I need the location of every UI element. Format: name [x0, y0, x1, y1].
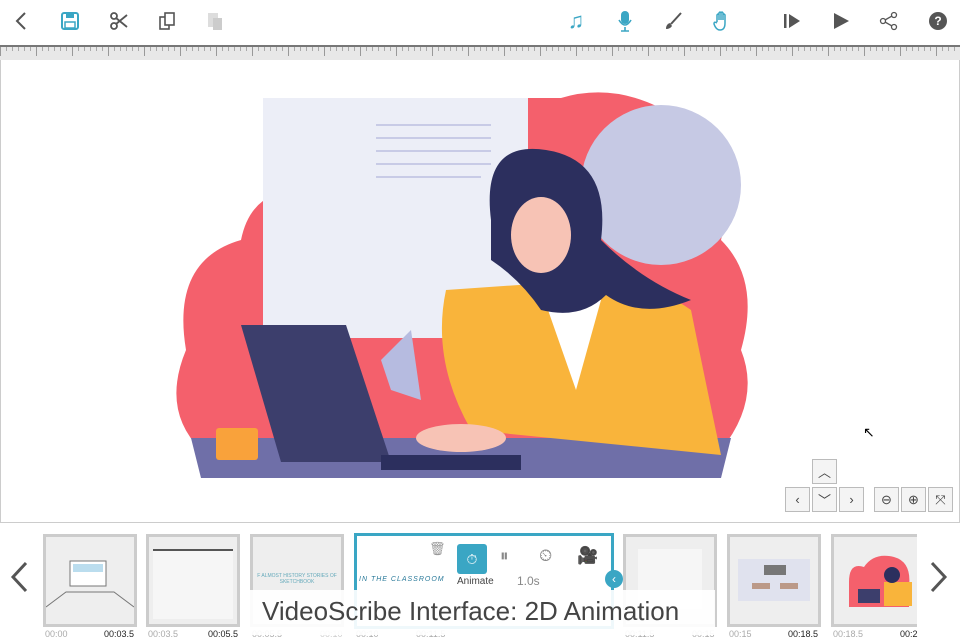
thumb-end-time: 00:2: [900, 629, 918, 639]
brush-button[interactable]: [660, 8, 686, 34]
thumbnail-scene-6[interactable]: [727, 534, 821, 627]
paste-button[interactable]: [202, 8, 228, 34]
thumb-start-time: 00:15: [729, 629, 752, 639]
animate-label: Animate: [457, 576, 494, 587]
thumb-start-time: 00:18.5: [833, 629, 864, 639]
timeline-prev-button[interactable]: [8, 560, 30, 599]
brush-icon: [666, 12, 682, 29]
pan-up-button[interactable]: ︿: [812, 459, 837, 484]
timeline-next-button[interactable]: [928, 560, 950, 599]
hand-icon: [713, 11, 726, 31]
paste-icon: [208, 13, 222, 30]
caption-overlay: VideoScribe Interface: 2D Animation: [250, 590, 715, 635]
ruler: [0, 45, 960, 60]
cut-button[interactable]: [106, 8, 132, 34]
thumb-end-time: 00:05.5: [208, 629, 239, 639]
microphone-icon: [618, 11, 632, 32]
hand-button[interactable]: [709, 8, 735, 34]
scissors-icon: [110, 12, 128, 30]
back-button[interactable]: [8, 8, 34, 34]
play-icon: [834, 13, 849, 29]
thumbnail-scene-7[interactable]: [831, 534, 917, 627]
thumb-start-time: 00:03.5: [148, 629, 179, 639]
scene-canvas[interactable]: ↖ ︿ ‹ ﹀ › ⊖ ⊕ ⤧: [0, 60, 960, 523]
collapse-panel-button[interactable]: ‹: [605, 570, 623, 588]
help-button[interactable]: ?: [925, 8, 951, 34]
transition-timer-icon[interactable]: ⏲: [539, 546, 552, 566]
pause-timer-icon[interactable]: ⏸: [500, 546, 509, 566]
zoom-out-button[interactable]: ⊖: [874, 487, 899, 512]
thumb-text: F ALMOST HISTORY STORIES OF SKETCHBOOK: [257, 573, 337, 585]
thumb-end-time: 00:18.5: [788, 629, 819, 639]
share-button[interactable]: [876, 8, 902, 34]
fit-screen-button[interactable]: ⤧: [928, 487, 953, 512]
voiceover-button[interactable]: [612, 8, 638, 34]
save-button[interactable]: [57, 8, 83, 34]
copy-icon: [159, 12, 175, 30]
play-from-button[interactable]: [779, 8, 805, 34]
illustration-woman-laptop: [176, 92, 748, 478]
pan-left-button[interactable]: ‹: [785, 487, 810, 512]
music-icon: ♫: [567, 8, 585, 33]
animate-timer-icon[interactable]: ⏱: [457, 544, 487, 574]
thumbnail-scene-1[interactable]: [43, 534, 137, 627]
help-icon: ?: [929, 12, 947, 30]
thumb-end-time: 00:03.5: [104, 629, 135, 639]
play-from-icon: [784, 14, 800, 28]
chevron-left-icon: [10, 561, 28, 593]
pan-down-button[interactable]: ﹀: [812, 487, 837, 512]
thumb-start-time: 00:00: [45, 629, 68, 639]
play-button[interactable]: [828, 8, 854, 34]
zoom-in-icon: ⊕: [908, 491, 919, 507]
copy-button[interactable]: [154, 8, 180, 34]
duration-value[interactable]: 1.0s: [517, 574, 540, 588]
mouse-cursor-icon: ↖: [863, 424, 875, 440]
zoom-out-icon: ⊖: [881, 491, 892, 507]
fit-screen-icon: ⤧: [935, 491, 946, 507]
save-icon: [61, 12, 79, 30]
zoom-in-button[interactable]: ⊕: [901, 487, 926, 512]
pan-right-button[interactable]: ›: [839, 487, 864, 512]
chevron-right-icon: [930, 561, 948, 593]
music-button[interactable]: ♫: [563, 8, 589, 34]
camera-icon[interactable]: 🎥: [577, 546, 598, 566]
delete-icon[interactable]: 🗑: [429, 541, 446, 557]
thumb-text: IN THE CLASSROOM: [359, 576, 445, 583]
top-toolbar: ♫ ?: [0, 0, 960, 45]
thumbnail-scene-2[interactable]: [146, 534, 240, 627]
share-icon: [879, 11, 898, 31]
